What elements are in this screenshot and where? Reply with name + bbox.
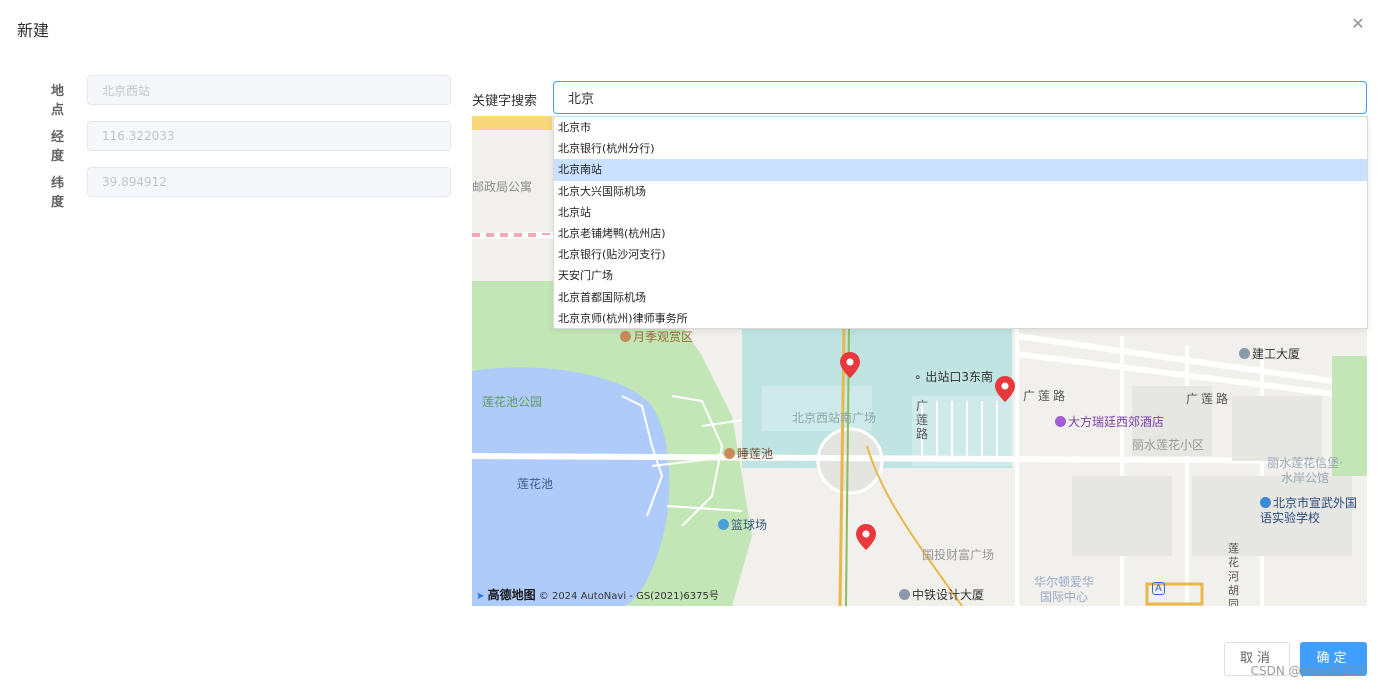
suggestion-item[interactable]: 北京老铺烤鸭(杭州店) bbox=[554, 223, 1367, 244]
longitude-label: 经度 bbox=[51, 130, 65, 164]
map-attribution: ➤ 高德地图 © 2024 AutoNavi - GS(2021)6375号 bbox=[476, 586, 719, 603]
map-label: 丽水莲花信堡·水岸公馆 bbox=[1267, 456, 1343, 485]
map-label: ∘ 出站口3东南 bbox=[914, 370, 993, 384]
dialog-title: 新建 bbox=[17, 21, 50, 40]
map-label: 大方瑞廷西郊酒店 bbox=[1055, 413, 1164, 430]
suggestion-item[interactable]: 北京银行(贴沙河支行) bbox=[554, 244, 1367, 265]
map-label: 丽水莲花小区 bbox=[1132, 438, 1205, 452]
suggestion-item[interactable]: 北京大兴国际机场 bbox=[554, 181, 1367, 202]
school-icon bbox=[1260, 497, 1271, 508]
map-label: 广莲路 bbox=[1023, 389, 1069, 403]
map-label: 睡莲池 bbox=[724, 445, 773, 462]
poi-icon bbox=[718, 519, 729, 530]
map-label: 广莲路 bbox=[916, 399, 929, 441]
map-label: 月季观赏区 bbox=[620, 328, 693, 345]
map-label: 邮政局公寓 bbox=[472, 180, 533, 194]
hotel-icon bbox=[1055, 416, 1066, 427]
latitude-input[interactable] bbox=[87, 167, 451, 197]
close-icon[interactable]: ✕ bbox=[1348, 14, 1368, 34]
watermark: CSDN @proud1212 bbox=[1250, 664, 1366, 678]
map-label: 建工大厦 bbox=[1239, 345, 1300, 362]
map-label: 莲花池 bbox=[517, 477, 554, 491]
keyword-search-input[interactable] bbox=[553, 81, 1367, 114]
metro-icon: A bbox=[1152, 582, 1165, 595]
building-icon bbox=[1239, 348, 1250, 359]
poi-icon bbox=[620, 331, 631, 342]
suggestion-item[interactable]: 北京首都国际机场 bbox=[554, 287, 1367, 308]
map-label: 国投财富广场 bbox=[922, 548, 995, 562]
latitude-label: 纬度 bbox=[51, 176, 65, 210]
suggestion-item[interactable]: 北京银行(杭州分行) bbox=[554, 138, 1367, 159]
suggestion-item[interactable]: 天安门广场 bbox=[554, 265, 1367, 286]
location-input[interactable] bbox=[87, 75, 451, 105]
suggestion-item[interactable]: 北京市 bbox=[554, 117, 1367, 138]
suggestion-item[interactable]: 北京南站 bbox=[554, 159, 1367, 181]
poi-icon bbox=[724, 448, 735, 459]
suggestion-item[interactable]: 北京京师(杭州)律师事务所 bbox=[554, 308, 1367, 329]
map-label: 中铁设计大厦 bbox=[899, 586, 984, 603]
building-icon bbox=[899, 589, 910, 600]
amap-brand: 高德地图 bbox=[487, 588, 536, 602]
map-label: 华尔顿爱华国际中心 bbox=[1033, 575, 1094, 604]
new-dialog: 新建 ✕ 地点 经度 纬度 关键字搜索 bbox=[0, 0, 1382, 689]
location-label: 地点 bbox=[51, 84, 65, 118]
longitude-input[interactable] bbox=[87, 121, 451, 151]
map-label: 北京西站南广场 bbox=[792, 411, 877, 425]
map-label: 北京市宣武外国语实验学校 bbox=[1260, 496, 1358, 525]
map-label: 莲花池公园 bbox=[482, 395, 543, 409]
map-label: 篮球场 bbox=[718, 516, 767, 533]
map-label: 莲花河胡同 bbox=[1228, 542, 1239, 606]
map-copyright: © 2024 AutoNavi - GS(2021)6375号 bbox=[538, 591, 719, 602]
keyword-search-label: 关键字搜索 bbox=[472, 94, 538, 109]
amap-logo-icon: ➤ bbox=[476, 591, 485, 602]
map-label: 广莲路 bbox=[1186, 392, 1232, 406]
suggestion-list: 北京市 北京银行(杭州分行) 北京南站 北京大兴国际机场 北京站 北京老铺烤鸭(… bbox=[553, 116, 1368, 329]
suggestion-item[interactable]: 北京站 bbox=[554, 202, 1367, 223]
